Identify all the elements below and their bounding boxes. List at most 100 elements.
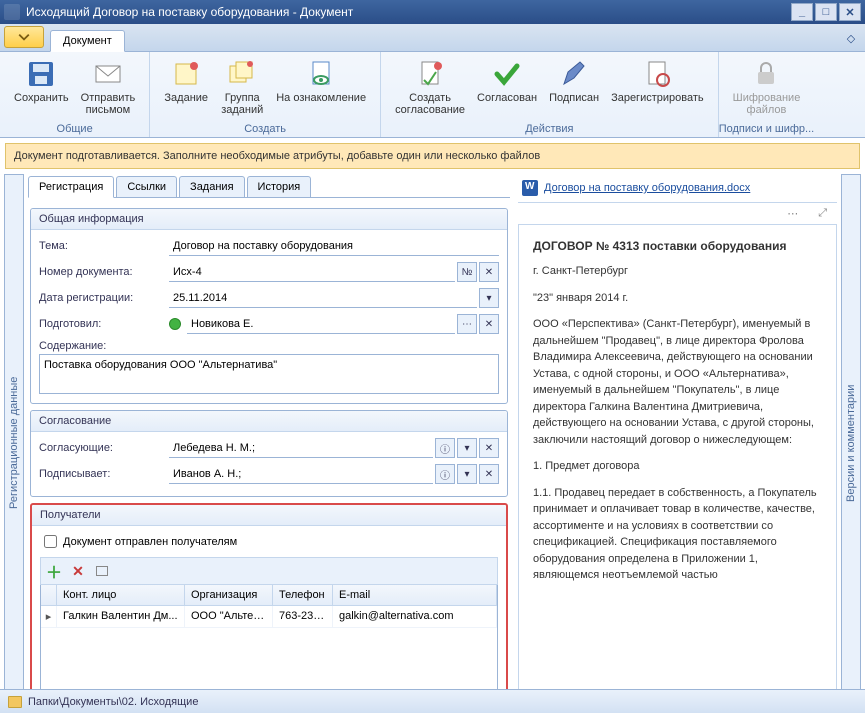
author-lookup-button[interactable]: ⋯	[457, 314, 477, 334]
preview-tool-dots[interactable]: ⋯	[787, 207, 798, 220]
preview-para-1: ООО «Перспектива» (Санкт-Петербург), име…	[533, 316, 822, 448]
minimize-button[interactable]: _	[791, 3, 813, 21]
approvers-input[interactable]: Лебедева Н. М.;	[169, 438, 433, 458]
side-panel-right-collapsed[interactable]: Версии и комментарии	[841, 174, 861, 712]
ribbon-group-create: Задание Группазаданий На ознакомление Со…	[150, 52, 381, 137]
docnum-input[interactable]: Исх-4	[169, 262, 455, 282]
window-title: Исходящий Договор на поставку оборудован…	[26, 5, 789, 19]
send-mail-button[interactable]: Отправитьписьмом	[75, 56, 142, 118]
subtab-history[interactable]: История	[247, 176, 312, 197]
docnum-generate-button[interactable]: №	[457, 262, 477, 282]
signer-label: Подписывает:	[39, 468, 169, 480]
recipient-card-button[interactable]	[92, 561, 112, 581]
content-label: Содержание:	[39, 340, 169, 352]
encrypt-button[interactable]: Шифрованиефайлов	[727, 56, 807, 118]
status-bar: Папки\Документы\02. Исходящие	[0, 689, 865, 713]
ribbon-group-actions: Создатьсогласование Согласован Подписан …	[381, 52, 719, 137]
subtab-tasks[interactable]: Задания	[179, 176, 244, 197]
signed-button[interactable]: Подписан	[543, 56, 605, 106]
maximize-button[interactable]: □	[815, 3, 837, 21]
signer-dropdown-button[interactable]: ▾	[457, 464, 477, 484]
breadcrumb[interactable]: Папки\Документы\02. Исходящие	[28, 696, 198, 708]
sent-to-recipients-checkbox[interactable]	[44, 535, 57, 548]
recipients-toolbar: ＋ ✕	[40, 557, 498, 585]
pen-icon	[558, 58, 590, 90]
stamp-icon	[641, 58, 673, 90]
group-general-info: Общая информация Тема: Договор на постав…	[30, 208, 508, 404]
grid-row[interactable]: ▸ Галкин Валентин Дм... ООО "Альтер... 7…	[41, 606, 497, 628]
cell-contact: Галкин Валентин Дм...	[57, 606, 185, 627]
col-org[interactable]: Организация	[185, 585, 273, 605]
remove-recipient-button[interactable]: ✕	[68, 561, 88, 581]
cell-phone: 763-23-23	[273, 606, 333, 627]
regdate-dropdown-button[interactable]: ▾	[479, 288, 499, 308]
create-approval-button[interactable]: Создатьсогласование	[389, 56, 471, 118]
chevron-down-icon	[18, 31, 30, 43]
approvers-label: Согласующие:	[39, 442, 169, 454]
save-button[interactable]: Сохранить	[8, 56, 75, 106]
col-email[interactable]: E-mail	[333, 585, 497, 605]
lock-icon	[750, 58, 782, 90]
preview-para-3: 1.1. Продавец передает в собственность, …	[533, 485, 822, 584]
docnum-label: Номер документа:	[39, 266, 169, 278]
docnum-clear-button[interactable]: ✕	[479, 262, 499, 282]
signer-info-button[interactable]: ⓘ	[435, 464, 455, 484]
preview-filename-link[interactable]: Договор на поставку оборудования.docx	[544, 182, 750, 194]
add-recipient-button[interactable]: ＋	[44, 561, 64, 581]
cell-org: ООО "Альтер...	[185, 606, 273, 627]
subject-label: Тема:	[39, 240, 169, 252]
document-eye-icon	[305, 58, 337, 90]
col-phone[interactable]: Телефон	[273, 585, 333, 605]
file-menu-button[interactable]	[4, 26, 44, 48]
author-status-icon	[169, 318, 181, 330]
regdate-input[interactable]: 25.11.2014	[169, 288, 477, 308]
side-panel-left-collapsed[interactable]: Регистрационные данные	[4, 174, 24, 712]
group-title: Общая информация	[31, 209, 507, 230]
sub-tabs: Регистрация Ссылки Задания История	[28, 174, 510, 198]
app-icon	[4, 4, 20, 20]
approvers-dropdown-button[interactable]: ▾	[457, 438, 477, 458]
task-button[interactable]: Задание	[158, 56, 214, 106]
task-group-button[interactable]: Группазаданий	[214, 56, 270, 118]
preview-date: "23" января 2014 г.	[533, 290, 822, 307]
title-bar: Исходящий Договор на поставку оборудован…	[0, 0, 865, 24]
signer-clear-button[interactable]: ✕	[479, 464, 499, 484]
approvers-clear-button[interactable]: ✕	[479, 438, 499, 458]
ribbon-group-common: Сохранить Отправитьписьмом Общие	[0, 52, 150, 137]
preview-body[interactable]: ДОГОВОР № 4313 поставки оборудования г. …	[518, 224, 837, 712]
col-contact[interactable]: Конт. лицо	[57, 585, 185, 605]
form-panel: Регистрация Ссылки Задания История Общая…	[24, 174, 514, 712]
check-green-icon	[491, 58, 523, 90]
regdate-label: Дата регистрации:	[39, 292, 169, 304]
tab-document[interactable]: Документ	[50, 30, 125, 52]
group-title: Согласование	[31, 411, 507, 432]
subtab-links[interactable]: Ссылки	[116, 176, 177, 197]
close-button[interactable]: ✕	[839, 3, 861, 21]
preview-tools: ⋯ ⤢	[518, 203, 837, 224]
cell-email: galkin@alternativa.com	[333, 606, 497, 627]
signer-input[interactable]: Иванов А. Н.;	[169, 464, 433, 484]
preview-tool-expand[interactable]: ⤢	[818, 207, 827, 220]
group-title: Получатели	[32, 505, 506, 526]
content-textarea[interactable]	[39, 354, 499, 394]
folder-icon	[8, 696, 22, 708]
row-indicator-icon: ▸	[41, 606, 57, 627]
author-input[interactable]: Новикова Е.	[187, 314, 455, 334]
preview-header: Договор на поставку оборудования.docx	[518, 174, 837, 203]
ribbon-group-sign: Шифрованиефайлов Подписи и шифр...	[719, 52, 815, 137]
floppy-icon	[25, 58, 57, 90]
preview-city: г. Санкт-Петербург	[533, 263, 822, 280]
help-button[interactable]: ◇	[841, 28, 861, 48]
register-button[interactable]: Зарегистрировать	[605, 56, 710, 106]
review-button[interactable]: На ознакомление	[270, 56, 372, 106]
preview-panel: Договор на поставку оборудования.docx ⋯ …	[514, 174, 841, 712]
approvers-info-button[interactable]: ⓘ	[435, 438, 455, 458]
document-new-icon	[414, 58, 446, 90]
subject-input[interactable]: Договор на поставку оборудования	[169, 236, 499, 256]
envelope-icon	[92, 58, 124, 90]
approved-button[interactable]: Согласован	[471, 56, 543, 106]
preview-heading: ДОГОВОР № 4313 поставки оборудования	[533, 237, 822, 255]
subtab-registration[interactable]: Регистрация	[28, 176, 114, 198]
author-clear-button[interactable]: ✕	[479, 314, 499, 334]
sent-to-recipients-label: Документ отправлен получателям	[63, 536, 237, 548]
